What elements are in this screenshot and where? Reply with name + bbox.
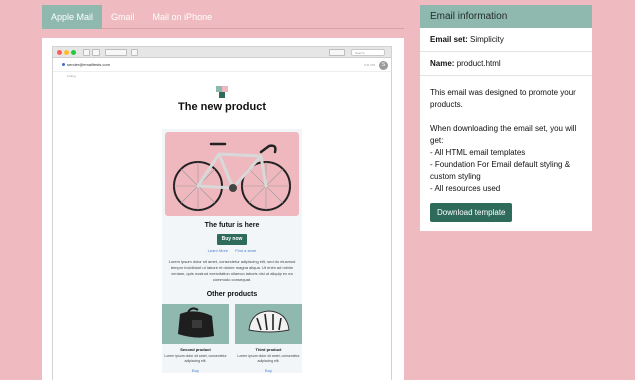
list-item: - All HTML email templates xyxy=(430,148,526,157)
description-text: This email was designed to promote your … xyxy=(430,88,576,109)
mail-client-window: Search sender@emailtests.com 3:21 PM S L… xyxy=(52,46,392,380)
helmet-icon xyxy=(248,310,290,333)
unread-dot-icon xyxy=(62,63,65,67)
third-product-buy-link[interactable]: Buy xyxy=(235,368,302,373)
brand-logo-icon xyxy=(216,86,228,98)
bicycle-hero-image xyxy=(165,132,299,216)
download-template-button[interactable]: Download template xyxy=(430,203,513,222)
second-product-name: Second product xyxy=(180,347,211,352)
email-preview: Search sender@emailtests.com 3:21 PM S L… xyxy=(42,38,404,380)
learn-more-link[interactable]: Learn More xyxy=(208,248,228,253)
close-window-icon[interactable] xyxy=(57,50,62,55)
sender-address: sender@emailtests.com xyxy=(62,62,110,67)
list-item: Second product Lorem ipsum dolor sit ame… xyxy=(162,304,229,373)
tab-gmail[interactable]: Gmail xyxy=(102,5,144,29)
body-paragraph: Lorem ipsum dolor sit amet, consectetur … xyxy=(168,259,296,282)
product-subheading: The futur is here xyxy=(204,222,260,229)
name-row: Name: product.html xyxy=(420,52,592,76)
name-value: product.html xyxy=(456,59,501,68)
third-product-name: Third product xyxy=(255,347,282,352)
message-header: sender@emailtests.com 3:21 PM S xyxy=(53,58,391,72)
avatar: S xyxy=(379,61,388,70)
buy-now-button[interactable]: Buy now xyxy=(217,234,247,245)
name-label: Name: xyxy=(430,59,455,68)
helmet-product-image xyxy=(235,304,302,344)
download-intro: When downloading the email set, you will… xyxy=(430,124,577,145)
message-time: 3:21 PM xyxy=(363,63,375,67)
bicycle-icon xyxy=(173,142,291,211)
tab-apple-mail[interactable]: Apple Mail xyxy=(42,5,103,29)
maximize-window-icon[interactable] xyxy=(71,50,76,55)
tab-mail-on-iphone[interactable]: Mail on iPhone xyxy=(144,5,222,29)
product-card: The futur is here Buy now Learn More Fin… xyxy=(162,129,302,373)
email-information-panel: Email information Email set: Simplicity … xyxy=(420,5,592,231)
mail-toolbar: Search xyxy=(53,47,391,58)
includes-list: - All HTML email templates - Foundation … xyxy=(430,147,582,195)
email-body: The new product xyxy=(53,81,391,113)
email-set-label: Email set: xyxy=(430,35,468,44)
reply-actions-icon[interactable] xyxy=(105,49,127,56)
bag-product-image xyxy=(162,304,229,344)
compose-icon[interactable] xyxy=(92,49,100,56)
flag-icon[interactable] xyxy=(329,49,345,56)
list-item: - All resources used xyxy=(430,184,501,193)
forward-icon[interactable] xyxy=(131,49,138,56)
minimize-window-icon[interactable] xyxy=(64,50,69,55)
other-products-title: Other products xyxy=(206,291,258,298)
mail-search-input[interactable]: Search xyxy=(351,49,385,56)
email-set-value: Simplicity xyxy=(470,35,504,44)
email-headline: The new product xyxy=(178,101,266,113)
second-product-buy-link[interactable]: Buy xyxy=(162,368,229,373)
find-store-link[interactable]: Find a store xyxy=(235,248,256,253)
sender-email: sender@emailtests.com xyxy=(67,62,110,67)
listing-label: Listing xyxy=(67,74,76,78)
bag-icon xyxy=(178,307,214,338)
email-set-row: Email set: Simplicity xyxy=(420,28,592,52)
third-product-desc: Lorem ipsum dolor sit amet, consectetur … xyxy=(237,354,300,363)
other-products-list: Second product Lorem ipsum dolor sit ame… xyxy=(162,298,302,373)
panel-description: This email was designed to promote your … xyxy=(420,76,592,222)
panel-title: Email information xyxy=(420,5,592,28)
client-tabs: Apple Mail Gmail Mail on iPhone xyxy=(42,5,404,29)
sidebar-toggle-icon[interactable] xyxy=(83,49,90,56)
second-product-desc: Lorem ipsum dolor sit amet, consectetur … xyxy=(164,354,227,363)
list-item: - Foundation For Email default styling &… xyxy=(430,160,571,181)
list-item: Third product Lorem ipsum dolor sit amet… xyxy=(235,304,302,373)
